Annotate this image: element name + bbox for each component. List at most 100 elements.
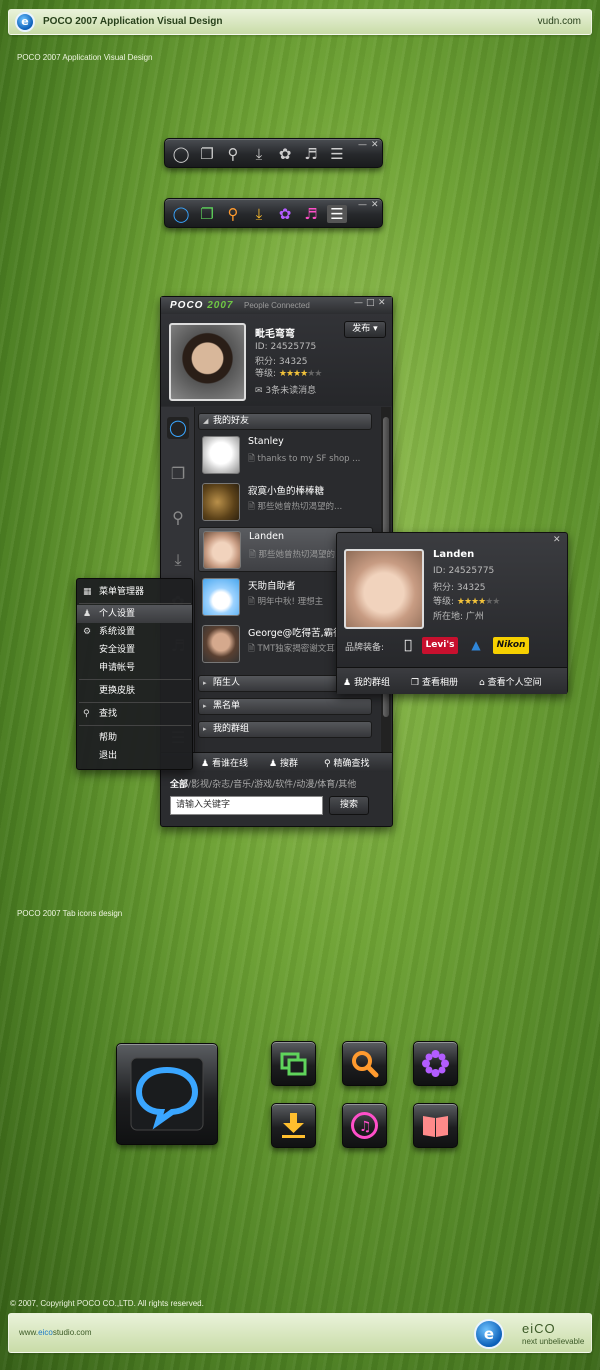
download-icon[interactable]: ⤓: [167, 549, 189, 571]
avatar: [202, 625, 240, 663]
download-icon[interactable]: ⤓: [249, 205, 269, 223]
view-album-button[interactable]: ❐ 查看相册: [411, 675, 458, 688]
window-titlebar[interactable]: POCO 2007 People Connected — □ ✕: [161, 297, 392, 314]
toolbar-inactive: ◯ ❐ ⚲ ⤓ ✿ ♬ ☰ — ✕: [164, 138, 383, 168]
search-icon[interactable]: ⚲: [223, 205, 243, 223]
apple-logo-icon: : [399, 637, 417, 654]
level-stars: ★★★★★★: [456, 597, 500, 607]
friend-name: 天助自助者: [248, 581, 296, 592]
menu-item-manager[interactable]: ▦ 菜单管理器: [77, 583, 192, 601]
flower-glyph: [422, 1050, 449, 1077]
close-icon[interactable]: ✕: [553, 535, 561, 545]
view-space-button[interactable]: ⌂ 查看个人空间: [479, 675, 542, 688]
friend-name: Landen: [249, 531, 285, 542]
context-menu: ▦ 菜单管理器 ♟ 个人设置 ⚙ 系统设置 安全设置 申请帐号 更换皮肤 ⚲ 查找 帮助…: [76, 578, 193, 770]
footer-brand: eiCO: [522, 1321, 556, 1336]
search-icon[interactable]: ⚲: [167, 507, 189, 529]
search-icon[interactable]: ⚲: [223, 145, 243, 163]
envelope-icon: ✉: [255, 386, 263, 396]
menu-item-find[interactable]: ⚲ 查找: [77, 705, 192, 723]
group-blacklist[interactable]: ▸ 黑名单: [198, 698, 372, 715]
search-button[interactable]: 搜索: [329, 796, 369, 815]
popup-level: 等级: ★★★★★★: [433, 597, 500, 607]
list-item[interactable]: Stanley 🗎 thanks to my SF shop ...: [198, 433, 373, 478]
publish-button[interactable]: 发布 ▾: [344, 321, 386, 338]
windows-icon[interactable]: ❐: [167, 463, 189, 485]
music-glyph: ♫: [351, 1112, 378, 1139]
menu-item-security[interactable]: 安全设置: [77, 641, 192, 659]
chat-bubble-icon[interactable]: ◯: [167, 417, 189, 439]
friend-name: 寂寞小鱼的棒棒糖: [248, 486, 325, 497]
header-url[interactable]: vudn.com: [538, 16, 581, 27]
notepad-icon[interactable]: ☰: [327, 145, 347, 163]
avatar: [202, 578, 240, 616]
group-my-groups[interactable]: ▸ 我的群组: [198, 721, 372, 738]
avatar: [203, 531, 241, 569]
music-icon[interactable]: ♬: [301, 205, 321, 223]
levis-logo-icon: Levi's: [422, 637, 458, 654]
close-icon[interactable]: ✕: [371, 200, 379, 210]
menu-item-system-settings[interactable]: ⚙ 系统设置: [77, 623, 192, 641]
close-icon[interactable]: ✕: [378, 298, 386, 308]
group-friends[interactable]: ◢ 我的好友: [198, 413, 372, 430]
avatar: [344, 549, 424, 629]
menu-divider: [79, 603, 191, 604]
profile-panel: 毗毛弯弯 ID: 24525775 积分: 34325 等级: ★★★★★★ ✉…: [161, 314, 392, 406]
download-glyph: [282, 1113, 305, 1138]
flower-icon[interactable]: ✿: [275, 205, 295, 223]
book-icon[interactable]: [413, 1103, 458, 1148]
online-button[interactable]: ♟ 看谁在线: [201, 756, 248, 769]
copyright-text: © 2007, Copyright POCO CO.,LTD. All righ…: [10, 1299, 204, 1308]
music-icon[interactable]: ♫: [342, 1103, 387, 1148]
menu-item-help[interactable]: 帮助: [77, 729, 192, 747]
chat-bubble-icon[interactable]: ◯: [171, 205, 191, 223]
avatar: [202, 436, 240, 474]
flower-icon[interactable]: ✿: [275, 145, 295, 163]
menu-item-personal-settings[interactable]: ♟ 个人设置: [77, 605, 192, 623]
flower-icon[interactable]: [413, 1041, 458, 1086]
search-input[interactable]: 请输入关键字: [170, 796, 323, 815]
close-icon[interactable]: ✕: [371, 140, 379, 150]
maximize-icon[interactable]: □: [366, 298, 375, 308]
footer-url[interactable]: www.eicostudio.com: [19, 1328, 92, 1337]
menu-item-exit[interactable]: 退出: [77, 747, 192, 765]
user-icon: ♟: [83, 609, 92, 619]
popup-action-bar: ♟ 我的群组 ❐ 查看相册 ⌂ 查看个人空间: [337, 667, 567, 694]
chat-bubble-icon[interactable]: ◯: [171, 145, 191, 163]
my-groups-button[interactable]: ♟ 我的群组: [343, 675, 390, 688]
avatar[interactable]: [169, 323, 246, 401]
music-icon[interactable]: ♬: [301, 145, 321, 163]
minimize-icon[interactable]: —: [354, 298, 363, 308]
header-bar: e POCO 2007 Application Visual Design vu…: [8, 9, 592, 35]
windows-glyph: [280, 1052, 307, 1076]
windows-icon[interactable]: ❐: [197, 205, 217, 223]
notepad-icon[interactable]: ☰: [327, 205, 347, 223]
nikon-logo-icon: Nikon: [493, 637, 529, 654]
friend-message: 🗎 TMT独家揭密谢文耳: [248, 644, 335, 654]
brands-label: 品牌装备:: [345, 643, 385, 653]
menu-divider: [79, 679, 191, 680]
minimize-icon[interactable]: —: [358, 140, 367, 150]
category-filter[interactable]: 全部/影视/杂志/音乐/游戏/软件/动漫/体育/其他: [170, 777, 356, 790]
windows-icon[interactable]: [271, 1041, 316, 1086]
minimize-icon[interactable]: —: [358, 200, 367, 210]
grid-icon: ▦: [83, 587, 92, 597]
windows-icon[interactable]: ❐: [197, 145, 217, 163]
level-stars: ★★★★★★: [278, 369, 322, 379]
search-icon[interactable]: [342, 1041, 387, 1086]
list-item[interactable]: 寂寞小鱼的棒棒糖 🗎 那些她曾热切渴望的...: [198, 480, 373, 525]
profile-name[interactable]: 毗毛弯弯: [255, 325, 295, 340]
header-title: POCO 2007 Application Visual Design: [43, 16, 223, 27]
menu-item-change-skin[interactable]: 更换皮肤: [77, 682, 192, 700]
footer-tagline: next unbelievable: [522, 1337, 585, 1346]
messages-link[interactable]: ✉ 3条未读消息: [255, 383, 316, 396]
toolbar-active: ◯ ❐ ⚲ ⤓ ✿ ♬ ☰ — ✕: [164, 198, 383, 228]
search-icon: ⚲: [83, 709, 90, 719]
precise-search-button[interactable]: ⚲ 精确查找: [324, 756, 369, 769]
download-icon[interactable]: [271, 1103, 316, 1148]
download-icon[interactable]: ⤓: [249, 145, 269, 163]
menu-item-apply-account[interactable]: 申请帐号: [77, 659, 192, 677]
chat-bubble-icon[interactable]: [116, 1043, 218, 1145]
search-group-button[interactable]: ♟ 搜群: [269, 756, 298, 769]
popup-id: ID: 24525775: [433, 566, 495, 576]
